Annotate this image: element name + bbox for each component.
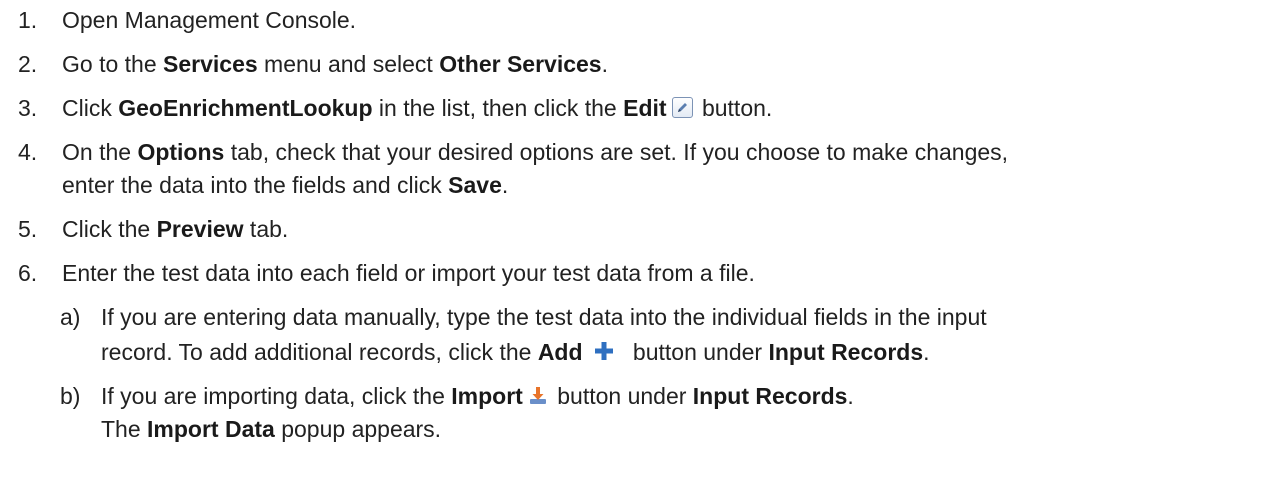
pencil-icon <box>671 97 693 118</box>
substep-text: If you are importing data, click the Imp… <box>101 383 854 409</box>
menu-name-services: Services <box>163 51 258 77</box>
step-text: Click the Preview tab. <box>62 216 289 242</box>
service-name: GeoEnrichmentLookup <box>118 95 373 121</box>
step-text: Go to the Services menu and select Other… <box>62 51 608 77</box>
instruction-list: 1. Open Management Console. 2. Go to the… <box>0 0 1274 483</box>
substep-text: If you are entering data manually, type … <box>101 304 987 330</box>
tab-name-preview: Preview <box>156 216 244 242</box>
step-number: 6. <box>18 260 38 286</box>
step-number: 5. <box>18 216 38 242</box>
add-label: Add <box>537 339 583 365</box>
input-records-label: Input Records <box>692 383 848 409</box>
import-icon <box>529 387 546 404</box>
substep-text: The Import Data popup appears. <box>101 416 442 442</box>
step-text: enter the data into the fields and click… <box>62 172 509 198</box>
import-label: Import <box>451 383 523 409</box>
step-number: 3. <box>18 95 38 121</box>
step-number: 4. <box>18 139 38 165</box>
tab-name-options: Options <box>137 139 225 165</box>
menu-item-other-services: Other Services <box>439 51 602 77</box>
step-text: Enter the test data into each field or i… <box>62 260 755 286</box>
import-data-popup-label: Import Data <box>147 416 275 442</box>
substep-letter: a) <box>60 304 81 330</box>
substep-letter: b) <box>60 383 81 409</box>
plus-icon <box>594 342 613 360</box>
step-text: On the Options tab, check that your desi… <box>62 139 1009 165</box>
step-text: Open Management Console. <box>62 7 357 33</box>
input-records-label: Input Records <box>768 339 924 365</box>
edit-label: Edit <box>623 95 667 121</box>
step-number: 1. <box>18 7 38 33</box>
save-label: Save <box>448 172 502 198</box>
step-number: 2. <box>18 51 38 77</box>
step-text: Click GeoEnrichmentLookup in the list, t… <box>62 95 773 121</box>
substep-text: record. To add additional records, click… <box>101 339 930 365</box>
